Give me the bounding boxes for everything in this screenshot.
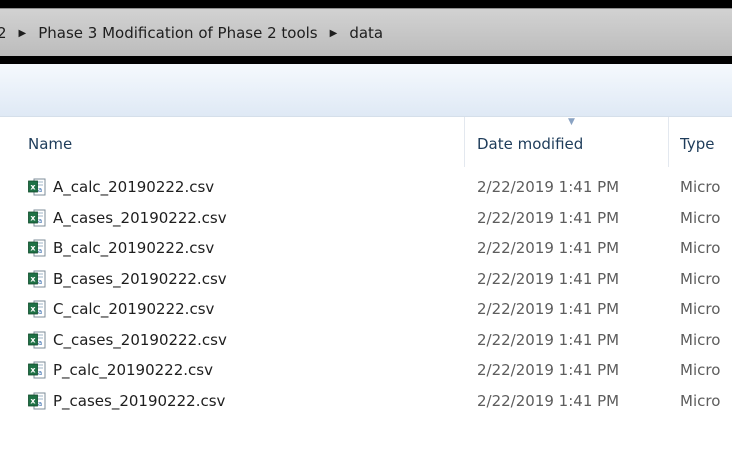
- file-name: C_calc_20190222.csv: [53, 300, 215, 318]
- file-date-modified: 2/22/2019 1:41 PM: [477, 300, 620, 318]
- column-header-type[interactable]: Type: [680, 117, 732, 167]
- file-name: B_cases_20190222.csv: [53, 269, 227, 288]
- excel-csv-icon: a x: [28, 361, 46, 379]
- file-row[interactable]: a x A_cases_20190222.csv 2/22/2019 1:41 …: [0, 203, 732, 234]
- svg-text:x: x: [30, 274, 36, 283]
- breadcrumb: 2 ▶ Phase 3 Modification of Phase 2 tool…: [0, 9, 383, 57]
- file-date-modified: 2/22/2019 1:41 PM: [477, 178, 620, 196]
- breadcrumb-arrow-icon[interactable]: ▶: [330, 28, 338, 39]
- excel-csv-icon: a x: [28, 331, 46, 349]
- svg-text:x: x: [30, 213, 36, 222]
- svg-text:a: a: [38, 278, 42, 286]
- svg-text:x: x: [30, 335, 36, 344]
- file-date-modified: 2/22/2019 1:41 PM: [477, 391, 620, 410]
- excel-csv-icon: a x: [28, 209, 46, 227]
- file-date-modified: 2/22/2019 1:41 PM: [477, 239, 620, 257]
- svg-text:x: x: [30, 183, 36, 192]
- column-header-name[interactable]: Name: [28, 117, 458, 167]
- file-name: C_cases_20190222.csv: [53, 330, 227, 349]
- breadcrumb-item-phase3[interactable]: Phase 3 Modification of Phase 2 tools: [38, 24, 317, 42]
- svg-text:x: x: [30, 396, 36, 405]
- file-row[interactable]: a x B_calc_20190222.csv 2/22/2019 1:41 P…: [0, 233, 732, 264]
- file-type: Micro: [680, 239, 721, 257]
- file-date-modified: 2/22/2019 1:41 PM: [477, 361, 620, 379]
- breadcrumb-item-data[interactable]: data: [349, 24, 383, 42]
- svg-text:a: a: [38, 400, 42, 408]
- excel-csv-icon: a x: [28, 300, 46, 318]
- excel-csv-icon: a x: [28, 239, 46, 257]
- svg-text:x: x: [30, 305, 36, 314]
- excel-csv-icon: a x: [28, 270, 46, 288]
- svg-text:x: x: [30, 366, 36, 375]
- file-list: a x A_calc_20190222.csv 2/22/2019 1:41 P…: [0, 172, 732, 416]
- file-name: A_calc_20190222.csv: [53, 178, 215, 196]
- file-name: P_cases_20190222.csv: [53, 391, 226, 410]
- svg-text:a: a: [38, 369, 42, 377]
- file-row[interactable]: a x C_cases_20190222.csv 2/22/2019 1:41 …: [0, 325, 732, 356]
- file-name: A_cases_20190222.csv: [53, 208, 227, 227]
- svg-text:a: a: [38, 247, 42, 255]
- file-type: Micro: [680, 361, 721, 379]
- svg-text:a: a: [38, 217, 42, 225]
- file-name: B_calc_20190222.csv: [53, 239, 215, 257]
- column-headers: Name ▼ Date modified Type: [0, 117, 732, 167]
- excel-csv-icon: a x: [28, 392, 46, 410]
- file-date-modified: 2/22/2019 1:41 PM: [477, 208, 620, 227]
- command-bar: [0, 64, 732, 117]
- file-row[interactable]: a x P_cases_20190222.csv 2/22/2019 1:41 …: [0, 386, 732, 417]
- address-bar-border: [0, 56, 732, 64]
- file-type: Micro: [680, 391, 721, 410]
- window-top-edge: [0, 0, 732, 8]
- file-row[interactable]: a x A_calc_20190222.csv 2/22/2019 1:41 P…: [0, 172, 732, 203]
- file-type: Micro: [680, 178, 721, 196]
- svg-text:a: a: [38, 339, 42, 347]
- svg-text:a: a: [38, 308, 42, 316]
- column-divider[interactable]: [464, 117, 465, 167]
- address-bar[interactable]: 2 ▶ Phase 3 Modification of Phase 2 tool…: [0, 8, 732, 56]
- excel-csv-icon: a x: [28, 178, 46, 196]
- svg-text:a: a: [38, 186, 42, 194]
- file-type: Micro: [680, 208, 721, 227]
- file-row[interactable]: a x B_cases_20190222.csv 2/22/2019 1:41 …: [0, 264, 732, 295]
- file-date-modified: 2/22/2019 1:41 PM: [477, 269, 620, 288]
- column-divider[interactable]: [668, 117, 669, 167]
- file-name: P_calc_20190222.csv: [53, 361, 213, 379]
- file-type: Micro: [680, 330, 721, 349]
- breadcrumb-arrow-icon[interactable]: ▶: [19, 28, 27, 39]
- svg-text:x: x: [30, 244, 36, 253]
- column-header-date[interactable]: Date modified: [477, 117, 667, 167]
- file-row[interactable]: a x P_calc_20190222.csv 2/22/2019 1:41 P…: [0, 355, 732, 386]
- file-row[interactable]: a x C_calc_20190222.csv 2/22/2019 1:41 P…: [0, 294, 732, 325]
- file-type: Micro: [680, 300, 721, 318]
- breadcrumb-item-parent[interactable]: 2: [0, 24, 7, 42]
- file-type: Micro: [680, 269, 721, 288]
- file-date-modified: 2/22/2019 1:41 PM: [477, 330, 620, 349]
